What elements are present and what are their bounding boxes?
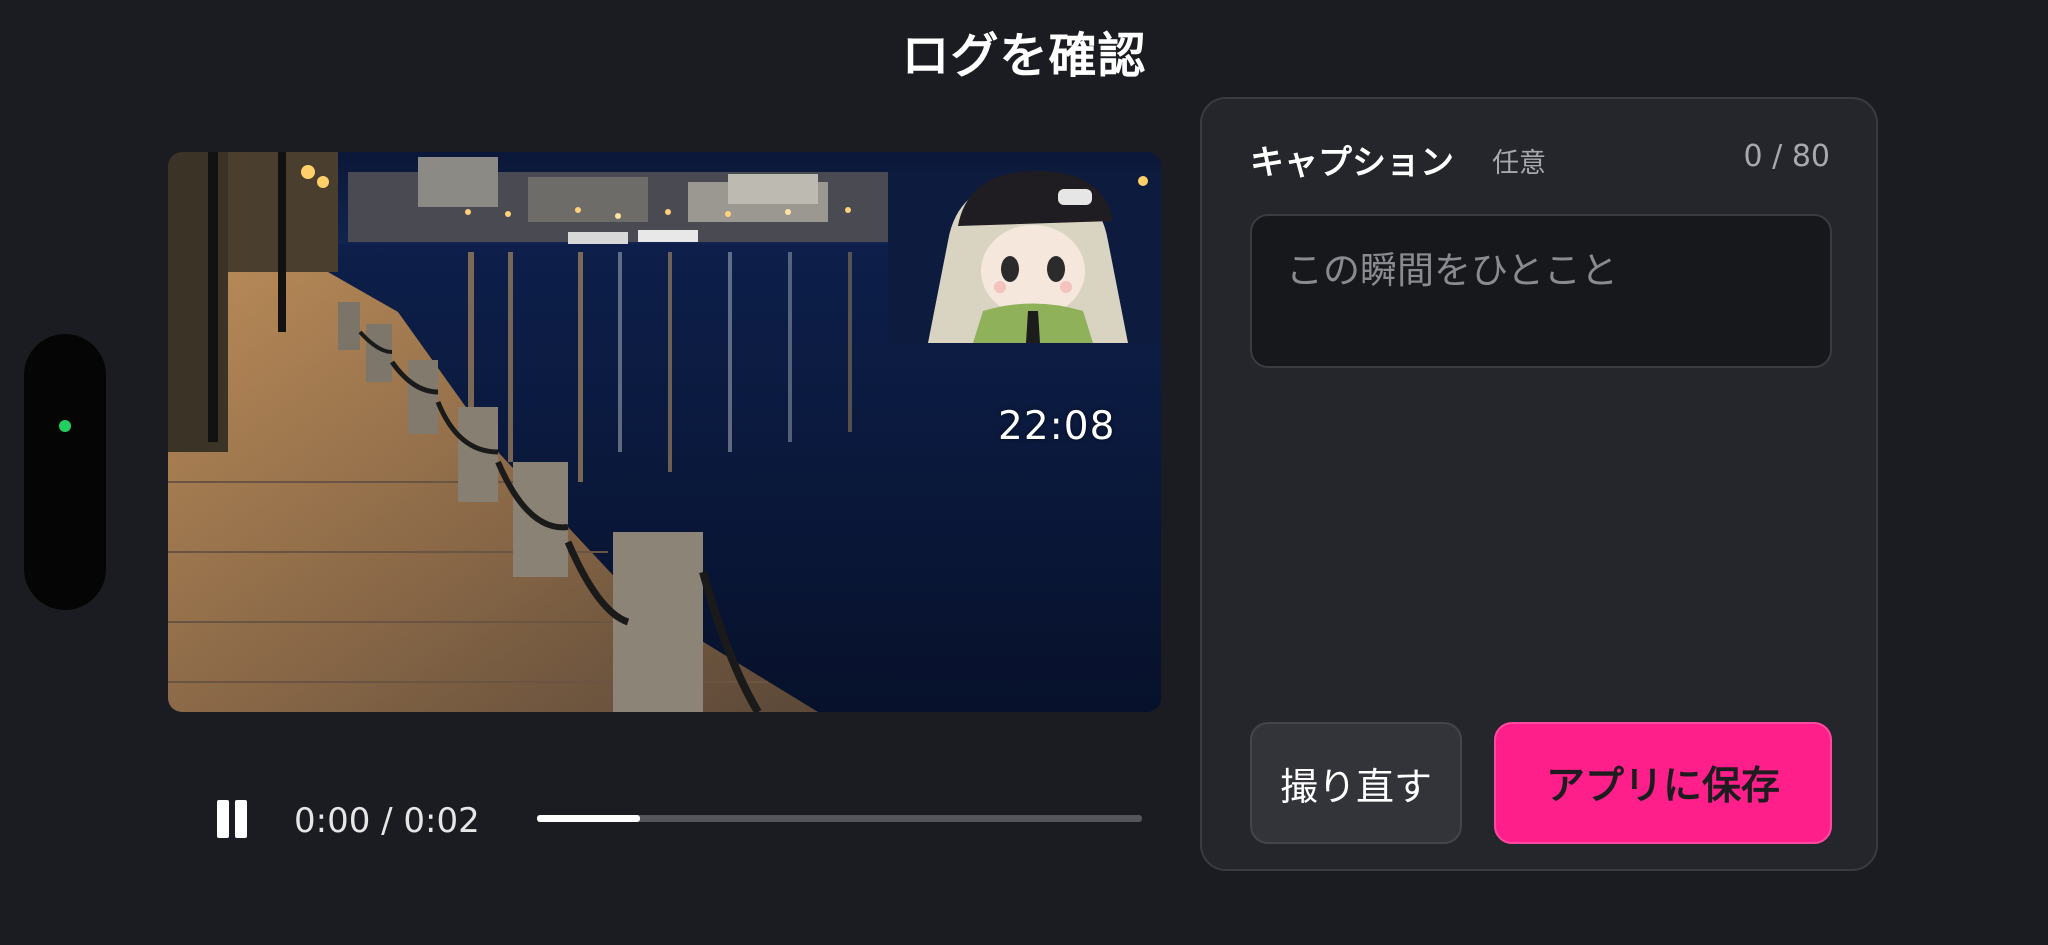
video-preview[interactable]: 22:08 [168,152,1161,712]
retake-button[interactable]: 撮り直す [1250,722,1462,844]
anime-avatar-icon [888,171,1161,343]
optional-label: 任意 [1492,148,1546,179]
caption-label: キャプション [1250,143,1454,183]
caption-panel: キャプション 任意 0 / 80 撮り直す アプリに保存 [1200,97,1878,871]
camera-status-pill [24,334,106,610]
character-counter: 0 / 80 [1743,139,1830,174]
playback-progress-bar[interactable] [537,815,1142,822]
page-title: ログを確認 [901,28,1147,84]
caption-input[interactable] [1250,214,1832,368]
timestamp-overlay: 22:08 [998,404,1116,449]
save-to-app-button[interactable]: アプリに保存 [1494,722,1832,844]
recording-status-dot [59,420,71,432]
playback-progress-fill [537,815,640,822]
avatar-pip-overlay [888,171,1161,343]
review-log-screen: ログを確認 22:08 0:00 / 0:02 キャプション 任意 0 / 80… [0,0,2048,945]
playback-time: 0:00 / 0:02 [294,801,480,841]
pause-icon[interactable] [214,800,248,838]
